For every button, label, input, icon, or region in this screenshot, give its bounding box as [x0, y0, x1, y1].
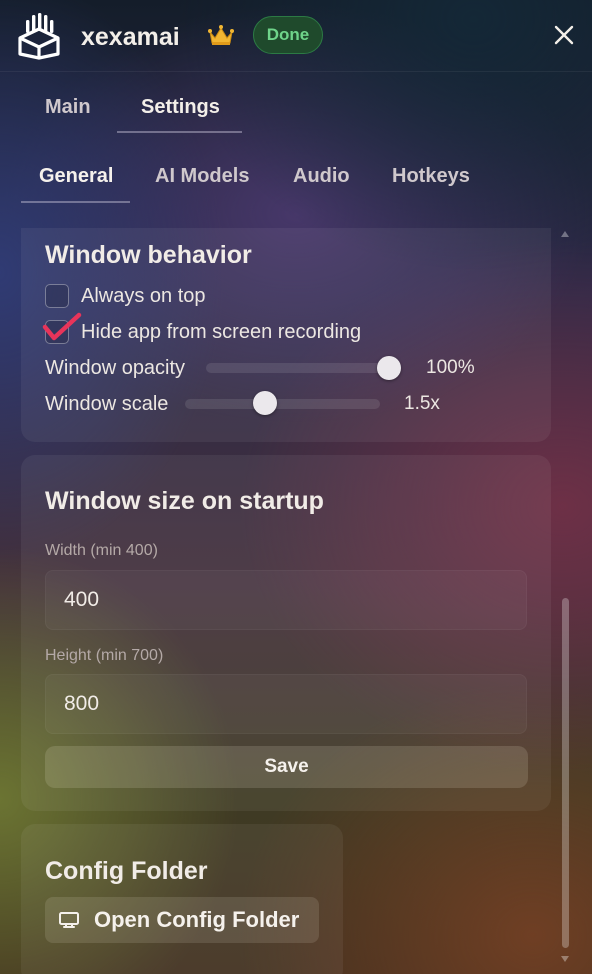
- tab-audio[interactable]: Audio: [293, 163, 350, 189]
- open-config-folder-label: Open Config Folder: [94, 907, 300, 932]
- hide-recording-row: Hide app from screen recording: [42, 312, 362, 344]
- app-logo-icon: [18, 13, 60, 60]
- close-icon[interactable]: [551, 22, 577, 48]
- checkmark-icon: [42, 312, 82, 341]
- opacity-value: 100%: [426, 357, 475, 378]
- scrollbar-thumb[interactable]: [562, 598, 569, 948]
- window-behavior-title: Window behavior: [45, 241, 252, 269]
- width-label: Width (min 400): [45, 542, 158, 559]
- scale-label: Window scale: [45, 393, 169, 415]
- main-tab-indicator: [117, 131, 242, 133]
- app-header: xexamai Done: [0, 0, 592, 72]
- open-config-folder-button[interactable]: Open Config Folder: [45, 897, 319, 943]
- save-button[interactable]: Save: [45, 746, 528, 788]
- window-size-title: Window size on startup: [45, 487, 324, 515]
- scale-slider-thumb[interactable]: [253, 391, 277, 415]
- always-on-top-label: Always on top: [81, 285, 206, 307]
- scale-slider-track[interactable]: [185, 399, 380, 409]
- hide-recording-label: Hide app from screen recording: [81, 321, 362, 343]
- folder-monitor-icon: [59, 912, 79, 928]
- tab-settings[interactable]: Settings: [141, 94, 220, 120]
- width-input[interactable]: [45, 570, 527, 630]
- opacity-slider-track[interactable]: [206, 363, 400, 373]
- scroll-down-arrow[interactable]: [561, 956, 569, 962]
- scale-value: 1.5x: [404, 393, 440, 414]
- opacity-slider-thumb[interactable]: [377, 356, 401, 380]
- tab-general[interactable]: General: [39, 163, 113, 189]
- hide-recording-checkbox[interactable]: [42, 312, 82, 344]
- status-badge: Done: [253, 16, 323, 54]
- always-on-top-checkbox[interactable]: [45, 284, 69, 308]
- tab-main[interactable]: Main: [45, 94, 91, 120]
- scroll-up-arrow[interactable]: [561, 231, 569, 237]
- opacity-label: Window opacity: [45, 357, 186, 379]
- height-label: Height (min 700): [45, 647, 164, 664]
- config-folder-title: Config Folder: [45, 857, 208, 885]
- sub-tab-indicator: [21, 201, 130, 203]
- height-input[interactable]: [45, 674, 527, 734]
- tab-ai-models[interactable]: AI Models: [155, 163, 249, 189]
- app-name: xexamai: [81, 23, 180, 51]
- always-on-top-row: Always on top: [45, 284, 206, 308]
- crown-icon: [208, 25, 234, 45]
- tab-hotkeys[interactable]: Hotkeys: [392, 163, 470, 189]
